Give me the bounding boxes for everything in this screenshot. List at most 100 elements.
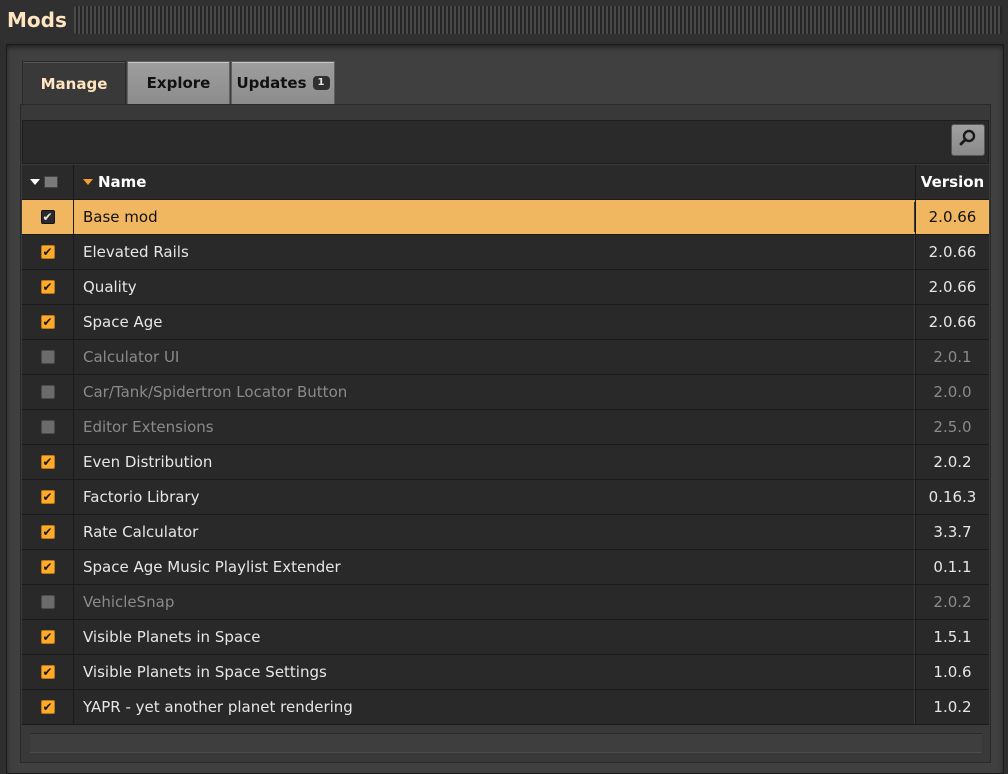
mod-name: Factorio Library bbox=[74, 480, 914, 514]
check-icon: ✔ bbox=[42, 210, 53, 224]
mod-name: Even Distribution bbox=[74, 445, 914, 479]
mod-name: Calculator UI bbox=[74, 340, 914, 374]
enabled-checkbox[interactable]: ✔ bbox=[40, 315, 55, 329]
enabled-cell: ✔ bbox=[22, 655, 73, 689]
enabled-cell: ✔ bbox=[22, 305, 73, 339]
table-header: Name Version bbox=[22, 165, 989, 200]
enabled-checkbox[interactable]: ✔ bbox=[40, 490, 55, 504]
table-row[interactable]: ✔ YAPR - yet another planet rendering 1.0.… bbox=[22, 690, 989, 725]
enabled-cell bbox=[22, 585, 73, 619]
enabled-checkbox[interactable]: ✔ bbox=[40, 700, 55, 714]
mod-version: 2.0.66 bbox=[916, 270, 989, 304]
mod-name: YAPR - yet another planet rendering bbox=[74, 690, 914, 724]
check-icon: ✔ bbox=[42, 490, 53, 504]
enabled-checkbox[interactable]: ✔ bbox=[40, 665, 55, 679]
mod-version: 2.5.0 bbox=[916, 410, 989, 444]
enabled-checkbox[interactable]: ✔ bbox=[40, 560, 55, 574]
table-row[interactable]: Car/Tank/Spidertron Locator Button 2.0.0 bbox=[22, 375, 989, 410]
mod-name: Quality bbox=[74, 270, 914, 304]
mod-version: 1.0.6 bbox=[916, 655, 989, 689]
checkbox-column-icon bbox=[44, 176, 58, 188]
table-row[interactable]: VehicleSnap 2.0.2 bbox=[22, 585, 989, 620]
table-row[interactable]: ✔ Factorio Library 0.16.3 bbox=[22, 480, 989, 515]
mod-name: Base mod bbox=[74, 200, 914, 234]
table-row[interactable]: Editor Extensions 2.5.0 bbox=[22, 410, 989, 445]
window-drag-handle[interactable] bbox=[74, 6, 1002, 34]
mod-name: Visible Planets in Space Settings bbox=[74, 655, 914, 689]
enabled-checkbox[interactable] bbox=[40, 595, 55, 609]
title-bar[interactable]: Mods bbox=[0, 0, 1008, 42]
enabled-cell bbox=[22, 340, 73, 374]
mods-toolbar bbox=[22, 120, 989, 164]
enabled-checkbox[interactable] bbox=[40, 420, 55, 434]
table-row[interactable]: ✔ Rate Calculator 3.3.7 bbox=[22, 515, 989, 550]
mod-version: 1.5.1 bbox=[916, 620, 989, 654]
mod-version: 2.0.2 bbox=[916, 445, 989, 479]
enabled-checkbox[interactable]: ✔ bbox=[40, 525, 55, 539]
table-row[interactable]: ✔ Space Age Music Playlist Extender 0.1.1 bbox=[22, 550, 989, 585]
mod-name: Elevated Rails bbox=[74, 235, 914, 269]
horizontal-scrollbar[interactable] bbox=[30, 733, 982, 753]
table-row[interactable]: ✔ Visible Planets in Space 1.5.1 bbox=[22, 620, 989, 655]
enabled-checkbox[interactable]: ✔ bbox=[40, 455, 55, 469]
mod-version: 2.0.2 bbox=[916, 585, 989, 619]
enabled-cell: ✔ bbox=[22, 550, 73, 584]
version-column-header[interactable]: Version bbox=[916, 165, 989, 199]
sort-arrow-icon bbox=[83, 179, 93, 185]
check-icon: ✔ bbox=[42, 560, 53, 574]
enabled-cell: ✔ bbox=[22, 690, 73, 724]
check-icon: ✔ bbox=[42, 525, 53, 539]
check-icon: ✔ bbox=[42, 630, 53, 644]
mod-version: 3.3.7 bbox=[916, 515, 989, 549]
tab-updates[interactable]: Updates 1 bbox=[231, 61, 335, 105]
table-row[interactable]: Calculator UI 2.0.1 bbox=[22, 340, 989, 375]
check-icon: ✔ bbox=[42, 245, 53, 259]
mod-version: 2.0.1 bbox=[916, 340, 989, 374]
check-icon: ✔ bbox=[42, 455, 53, 469]
mod-name: Car/Tank/Spidertron Locator Button bbox=[74, 375, 914, 409]
mod-name: Visible Planets in Space bbox=[74, 620, 914, 654]
enabled-checkbox[interactable] bbox=[40, 350, 55, 364]
check-icon: ✔ bbox=[42, 315, 53, 329]
enabled-cell: ✔ bbox=[22, 515, 73, 549]
table-row[interactable]: ✔ Base mod 2.0.66 bbox=[22, 200, 989, 235]
enabled-checkbox[interactable]: ✔ bbox=[40, 280, 55, 294]
name-column-header[interactable]: Name bbox=[83, 165, 146, 199]
enabled-checkbox[interactable]: ✔ bbox=[40, 630, 55, 644]
table-row[interactable]: ✔ Even Distribution 2.0.2 bbox=[22, 445, 989, 480]
tab-explore[interactable]: Explore bbox=[127, 61, 230, 105]
enabled-column-header[interactable] bbox=[30, 165, 58, 199]
table-row[interactable]: ✔ Elevated Rails 2.0.66 bbox=[22, 235, 989, 270]
mod-version: 0.1.1 bbox=[916, 550, 989, 584]
name-column-label: Name bbox=[98, 173, 147, 191]
enabled-cell: ✔ bbox=[22, 620, 73, 654]
tab-manage[interactable]: Manage bbox=[22, 61, 126, 105]
enabled-cell: ✔ bbox=[22, 200, 73, 234]
mods-list: ✔ Base mod 2.0.66 ✔ Elevated Rails 2.0.66 ✔ Qua… bbox=[22, 200, 989, 725]
enabled-cell bbox=[22, 375, 73, 409]
enabled-cell: ✔ bbox=[22, 445, 73, 479]
table-row[interactable]: ✔ Visible Planets in Space Settings 1.0.6 bbox=[22, 655, 989, 690]
enabled-cell bbox=[22, 410, 73, 444]
version-column-label: Version bbox=[920, 173, 985, 191]
mod-version: 2.0.66 bbox=[916, 305, 989, 339]
enabled-checkbox[interactable]: ✔ bbox=[40, 245, 55, 259]
updates-count-badge: 1 bbox=[312, 76, 330, 90]
mod-name: Rate Calculator bbox=[74, 515, 914, 549]
search-button[interactable] bbox=[951, 124, 985, 156]
table-row[interactable]: ✔ Quality 2.0.66 bbox=[22, 270, 989, 305]
mod-version: 1.0.2 bbox=[916, 690, 989, 724]
enabled-checkbox[interactable] bbox=[40, 385, 55, 399]
enabled-checkbox[interactable]: ✔ bbox=[40, 210, 55, 224]
mods-table: Name Version ✔ Base mod 2.0.66 ✔ Elevated Ra… bbox=[22, 165, 989, 725]
enabled-cell: ✔ bbox=[22, 235, 73, 269]
mod-version: 2.0.66 bbox=[916, 200, 989, 234]
mod-name: VehicleSnap bbox=[74, 585, 914, 619]
enabled-cell: ✔ bbox=[22, 270, 73, 304]
tab-manage-label: Manage bbox=[40, 74, 108, 93]
tab-updates-label: Updates bbox=[236, 74, 307, 92]
table-row[interactable]: ✔ Space Age 2.0.66 bbox=[22, 305, 989, 340]
window-title: Mods bbox=[7, 8, 67, 32]
mod-version: 2.0.66 bbox=[916, 235, 989, 269]
mod-version: 0.16.3 bbox=[916, 480, 989, 514]
